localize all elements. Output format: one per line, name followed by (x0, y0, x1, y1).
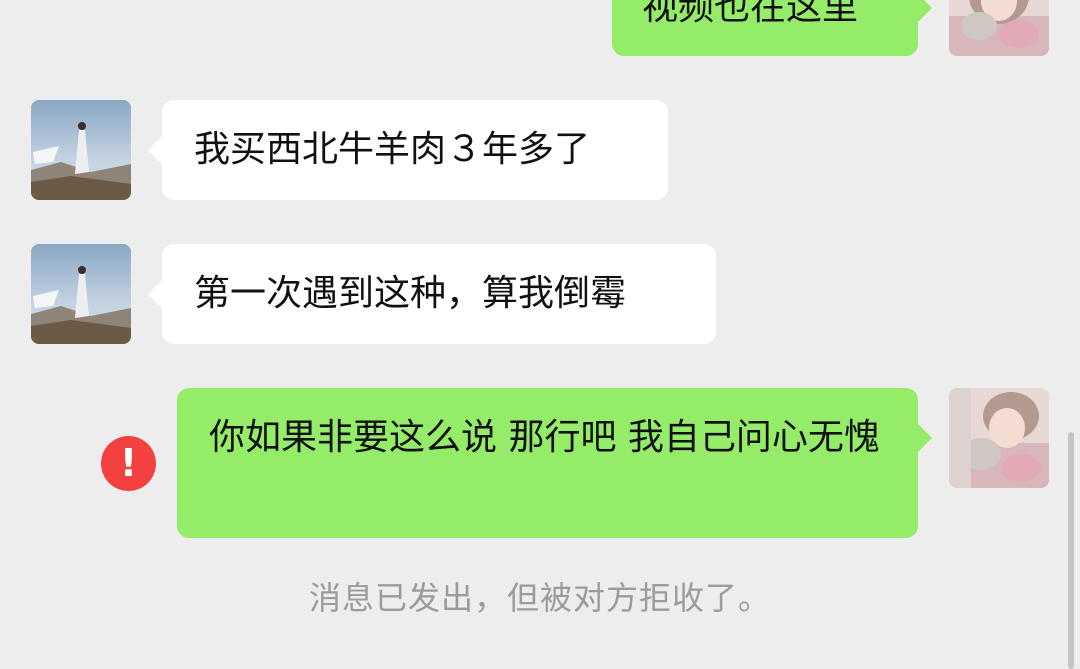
outgoing-message-bubble[interactable]: 你如果非要这么说 那行吧 我自己问心无愧 (177, 388, 932, 538)
message-rejected-notice: 消息已发出，但被对方拒收了。 (308, 579, 771, 617)
incoming-message-bubble[interactable]: 第一次遇到这种，算我倒霉 (148, 244, 716, 344)
send-failed-icon[interactable]: ! (101, 436, 156, 491)
contact-avatar[interactable] (31, 244, 131, 344)
scrollbar[interactable] (1068, 432, 1074, 669)
message-text: 你如果非要这么说 那行吧 我自己问心无愧 (209, 417, 880, 458)
self-avatar[interactable] (949, 388, 1049, 488)
contact-avatar[interactable] (31, 100, 131, 200)
incoming-message-bubble[interactable]: 我买西北牛羊肉３年多了 (148, 100, 668, 200)
message-text: 第一次遇到这种，算我倒霉 (194, 273, 627, 314)
self-avatar[interactable] (949, 0, 1049, 56)
outgoing-message-bubble[interactable]: 视频也在这里 (612, 0, 932, 56)
message-text: 我买西北牛羊肉３年多了 (194, 129, 591, 170)
chat-message-list[interactable]: 视频也在这里 我买西北牛羊肉３年多了 第一次遇到这种，算我倒霉 ! 你如果非要这… (0, 0, 1080, 669)
message-text: 视频也在这里 (642, 0, 859, 28)
